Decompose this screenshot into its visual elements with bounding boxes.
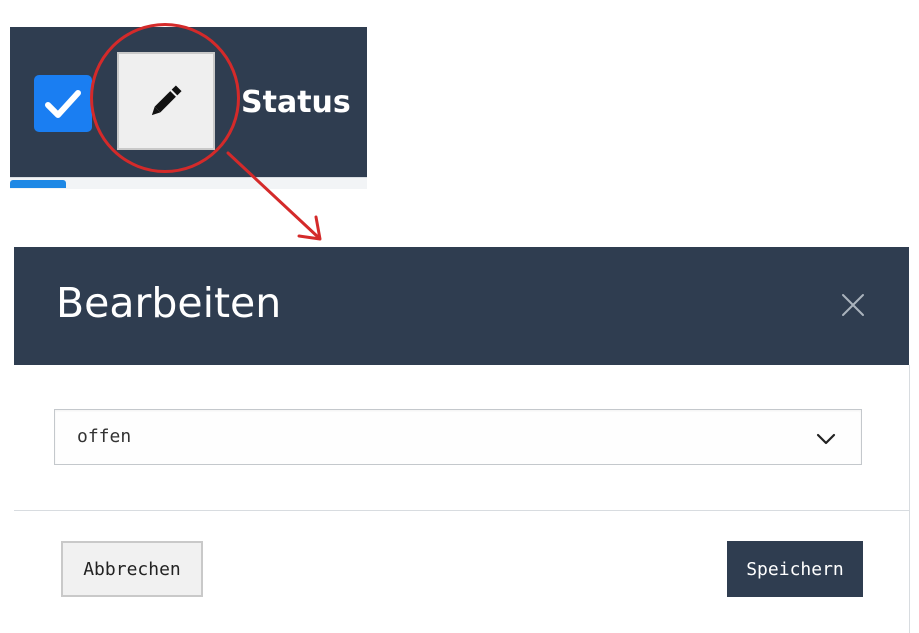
chevron-down-icon [816,433,836,445]
status-select[interactable] [54,409,862,465]
status-select-value: offen [77,426,132,447]
pencil-icon [151,85,182,116]
close-icon [842,294,864,316]
close-button[interactable] [836,288,870,322]
save-button[interactable]: Speichern [727,541,863,597]
cancel-button[interactable]: Abbrechen [61,541,203,597]
active-tab-indicator [10,180,66,188]
status-column-label: Status [241,85,351,120]
checkmark-icon [45,89,81,118]
edit-button[interactable] [117,52,215,150]
modal-footer-divider [14,510,909,511]
modal-right-border [909,365,910,633]
modal-title: Bearbeiten [56,279,282,327]
select-all-checkbox[interactable] [34,75,92,132]
